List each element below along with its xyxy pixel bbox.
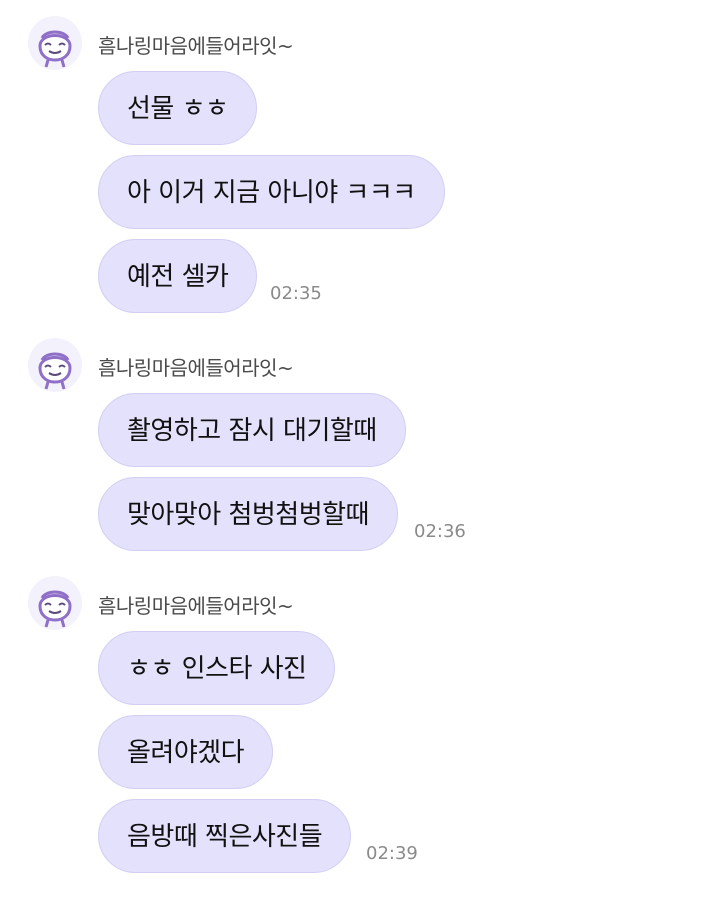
message-bubble[interactable]: 촬영하고 잠시 대기할때: [98, 393, 406, 467]
avatar-icon[interactable]: [28, 338, 82, 392]
message-timestamp: 02:35: [270, 283, 322, 304]
message-bubble[interactable]: 음방때 찍은사진들: [98, 799, 352, 873]
sender-name: 흠나링마음에들어라잇~: [98, 594, 294, 618]
message-bubble[interactable]: ㅎㅎ 인스타 사진: [98, 631, 336, 705]
sender-name: 흠나링마음에들어라잇~: [98, 356, 294, 380]
message-timestamp: 02:36: [414, 521, 466, 542]
message-bubble[interactable]: 선물 ㅎㅎ: [98, 71, 258, 145]
message-bubble[interactable]: 올려야겠다: [98, 715, 274, 789]
message-bubble[interactable]: 아 이거 지금 아니야 ㅋㅋㅋ: [98, 155, 445, 229]
avatar-icon[interactable]: [28, 576, 82, 630]
message-bubble[interactable]: 예전 셀카: [98, 239, 258, 313]
sender-name: 흠나링마음에들어라잇~: [98, 34, 294, 58]
message-bubble[interactable]: 맞아맞아 첨벙첨벙할때: [98, 477, 398, 551]
avatar-icon[interactable]: [28, 16, 82, 70]
message-timestamp: 02:39: [366, 843, 418, 864]
